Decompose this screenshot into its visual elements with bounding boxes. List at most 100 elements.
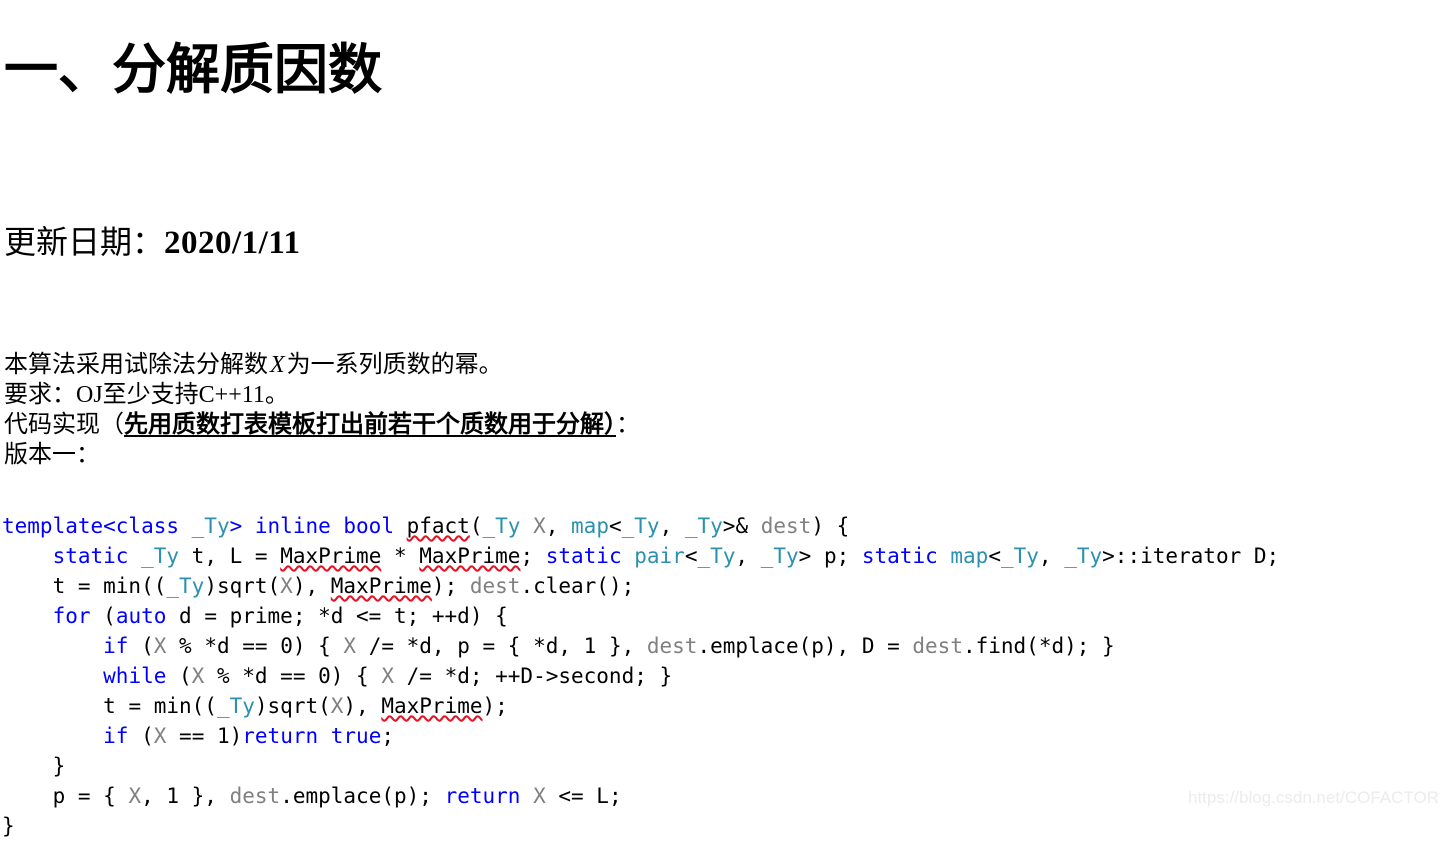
code-implementation-prefix: 代码实现（ [4,410,124,438]
code-token: static [52,544,142,568]
code-line: } [2,751,1279,781]
code-token: ; [520,544,546,568]
code-listing: template<class _Ty> inline bool pfact(_T… [2,511,1279,841]
code-token: <= L; [545,784,622,808]
code-token: >::iterator D; [1102,544,1280,568]
code-token: dest [646,634,698,658]
code-token: ( [141,634,154,658]
code-token: ; [381,724,394,748]
code-token-spellchecked: MaxPrime [419,544,521,568]
code-token: return true [242,724,382,748]
code-line: for (auto d = prime; *d <= t; ++d) { [2,601,1279,631]
code-token-spellchecked: MaxPrime [280,544,382,568]
code-token: X [153,634,167,658]
code-token: dest [229,784,281,808]
code-token: } [2,814,15,838]
code-token: X [153,724,167,748]
code-line: p = { X, 1 }, dest.emplace(p); return X … [2,781,1279,811]
code-token-spellchecked: pfact [406,514,470,538]
code-token: dest [469,574,521,598]
code-token: < [608,514,622,538]
code-token: _Ty [684,514,723,538]
algo-description-before: 本算法采用试除法分解数 [4,350,268,378]
code-token: % *d == 0) { [166,634,344,658]
code-token: _Ty [216,694,255,718]
code-token: _Ty [760,544,799,568]
algo-description-after: 为一系列质数的幂。 [286,350,503,378]
version-label: 版本一： [4,440,100,468]
code-token: if [103,634,142,658]
code-token: .emplace(p), D = [697,634,913,658]
code-token: ) { [811,514,850,538]
code-token: dest [760,514,812,538]
code-token: .emplace(p); [280,784,445,808]
code-token: _Ty [1000,544,1039,568]
code-token: _Ty [482,514,521,538]
code-token: )sqrt( [204,574,281,598]
code-token: >& [722,514,761,538]
requirement-middle: 至少支持 [102,380,199,408]
algo-description-variable: X [270,352,285,378]
code-token: == 1) [166,724,243,748]
code-token: /= *d; ++D->second; } [394,664,673,688]
code-token: , [659,514,685,538]
code-token: return [444,784,534,808]
body-text-block: 本算法采用试除法分解数X为一系列质数的幂。 要求：OJ至少支持C++11。 代码… [4,349,640,469]
requirement-prefix: 要求： [4,380,76,408]
code-token: while [103,664,180,688]
code-line: if (X % *d == 0) { X /= *d, p = { *d, 1 … [2,631,1279,661]
paragraph-version: 版本一： [4,439,640,469]
code-token: ( [469,514,483,538]
requirement-suffix: 。 [264,380,289,408]
paragraph-code-implementation: 代码实现（先用质数打表模板打出前若干个质数用于分解）： [4,409,640,439]
code-token: < [988,544,1001,568]
code-token: /= *d, p = { *d, 1 }, [356,634,647,658]
code-token: t = min(( [103,694,217,718]
page-title: 一、分解质因数 [4,37,382,102]
code-token: , [735,544,761,568]
code-token: X [191,664,205,688]
code-token: _Ty [191,514,230,538]
update-date-value: 2020/1/11 [164,225,301,261]
code-line: if (X == 1)return true; [2,721,1279,751]
code-token: auto [115,604,167,628]
code-token: dest [912,634,963,658]
code-token: X [343,634,357,658]
code-token: < [684,544,698,568]
code-token: for [52,604,104,628]
code-token: X [381,664,394,688]
code-token: ), [343,694,382,718]
code-token: ( [103,604,116,628]
code-token: > [229,514,255,538]
code-token: inline bool [254,514,407,538]
code-token: p = { [52,784,129,808]
code-token: t = min(( [52,574,167,598]
code-token: , [545,514,572,538]
code-line: static _Ty t, L = MaxPrime * MaxPrime; s… [2,541,1280,571]
code-token: ); [482,694,508,718]
code-token: template<class [2,514,192,538]
code-token: , 1 }, [141,784,230,808]
code-token: )sqrt( [254,694,331,718]
requirement-oj: OJ [76,382,103,408]
code-line: t = min((_Ty)sqrt(X), MaxPrime); [2,691,1279,721]
update-date-line: 更新日期：2020/1/11 [4,219,301,266]
code-token: .find(*d); } [962,634,1115,658]
code-token: if [103,724,142,748]
code-token: d = prime; *d <= t; ++d) { [166,604,508,628]
code-token: ( [141,724,154,748]
code-token: } [52,754,66,778]
code-token: pair [634,544,685,568]
code-token: static [861,544,951,568]
code-line: t = min((_Ty)sqrt(X), MaxPrime); dest.cl… [2,571,1279,601]
code-token: X [280,574,293,598]
code-token: X [533,784,546,808]
code-token: map [950,544,989,568]
